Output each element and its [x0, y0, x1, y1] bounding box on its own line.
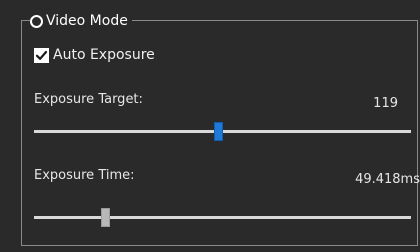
video-mode-legend[interactable]: Video Mode [30, 11, 132, 31]
exposure-target-slider-thumb[interactable] [214, 122, 224, 141]
exposure-time-label: Exposure Time: [34, 168, 135, 183]
video-mode-panel: Video Mode Auto Exposure Exposure Target… [0, 0, 420, 252]
video-mode-title: Video Mode [46, 13, 128, 29]
exposure-time-slider-thumb[interactable] [101, 208, 111, 227]
auto-exposure-checkbox-row[interactable]: Auto Exposure [34, 47, 155, 63]
auto-exposure-label: Auto Exposure [53, 47, 155, 63]
exposure-time-value: 49.418ms [355, 172, 420, 187]
exposure-target-value: 119 [373, 96, 398, 111]
exposure-target-label: Exposure Target: [34, 92, 143, 107]
auto-exposure-checkbox[interactable] [34, 47, 49, 63]
exposure-time-slider-track[interactable] [34, 216, 411, 219]
checkmark-icon [35, 50, 48, 60]
radio-button-icon[interactable] [30, 14, 43, 28]
